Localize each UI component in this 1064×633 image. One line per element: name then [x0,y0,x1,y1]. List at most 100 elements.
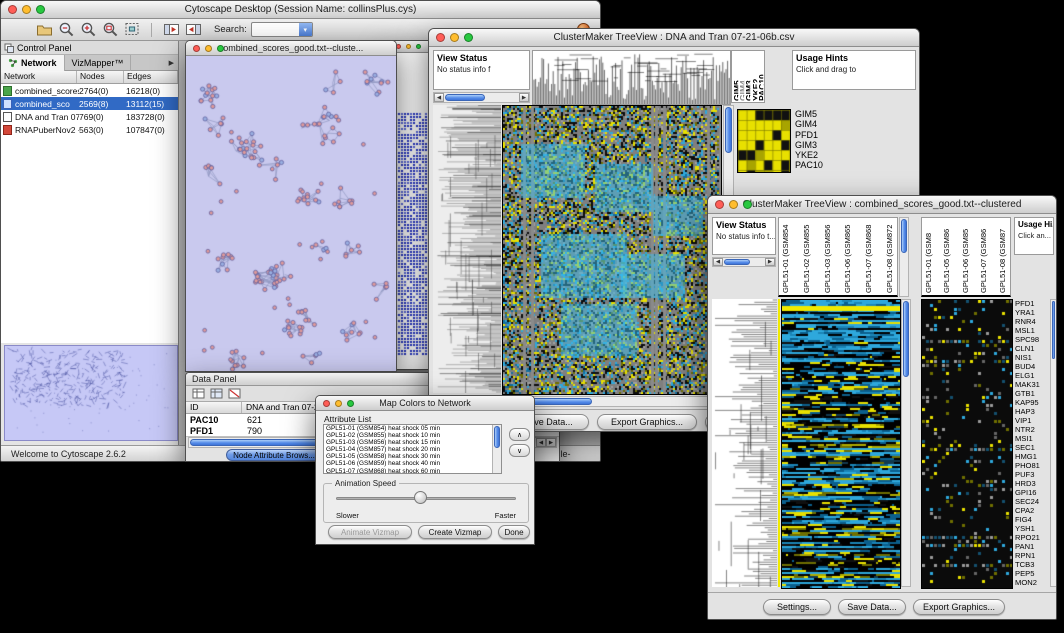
gene-label[interactable]: GIM3 [795,140,865,150]
vertical-scrollbar[interactable] [901,299,911,587]
zoom-fit-icon[interactable] [101,21,119,39]
column-label[interactable]: GIM4 [739,52,744,101]
gene-label[interactable]: YSH1 [1015,524,1049,533]
scroll-right-icon[interactable]: ▶ [765,258,775,266]
network-list-row[interactable]: combined_sco2569(8)13112(15) [1,97,178,110]
heatmap-canvas[interactable] [502,105,722,395]
vertical-scrollbar-thumb[interactable] [494,426,500,448]
column-label[interactable]: GPL51-06 (GSM85 [962,220,970,293]
zoom-out-icon[interactable] [57,21,75,39]
gene-label[interactable]: SPC98 [1015,335,1049,344]
titlebar[interactable]: ClusterMaker TreeView : DNA and Tran 07-… [429,29,919,47]
minimize-button[interactable] [450,33,459,42]
gene-label[interactable]: ELG1 [1015,371,1049,380]
gene-label[interactable]: PEP5 [1015,569,1049,578]
column-label[interactable]: GPL51-02 (GSM855 [803,220,811,293]
tab-vizmapper[interactable]: VizMapper™ [65,55,132,71]
column-label[interactable]: YKE2 [752,52,757,101]
gene-label[interactable]: GTB1 [1015,389,1049,398]
scroll-right-icon[interactable]: ▶ [519,93,529,102]
tab-overflow-icon[interactable]: ▶ [169,59,178,67]
scroll-left-icon[interactable]: ◀ [713,258,723,266]
gene-label[interactable]: GIM5 [795,109,865,119]
gene-label[interactable]: HMG1 [1015,452,1049,461]
gene-label[interactable]: PFD1 [795,130,865,140]
gene-label[interactable]: TCB3 [1015,560,1049,569]
gene-label[interactable]: RPN1 [1015,551,1049,560]
column-label[interactable]: GPL51-08 (GSM872 [886,220,894,293]
minimize-button[interactable] [729,200,738,209]
attribute-list-item[interactable]: GPL51-03 (GSM856) heat shock 15 min [324,439,492,446]
column-header-network[interactable]: Network [1,71,77,83]
gene-label[interactable]: HAP3 [1015,407,1049,416]
titlebar[interactable]: Map Colors to Network [316,396,534,411]
column-label[interactable]: GIM3 [745,52,750,101]
create-vizmap-button[interactable]: Create Vizmap [418,525,492,539]
search-input[interactable]: ▾ [251,22,313,37]
speed-slider-thumb[interactable] [414,491,427,504]
column-label[interactable]: GIM5 [733,52,738,101]
gene-label[interactable]: HRD3 [1015,479,1049,488]
gene-label[interactable]: KAP95 [1015,398,1049,407]
gene-label[interactable]: MSI1 [1015,434,1049,443]
column-label[interactable]: GPL51-06 (GSM865 [844,220,852,293]
save-data-button[interactable]: Save Data... [838,599,906,615]
zoom-button[interactable] [347,400,354,407]
gene-label[interactable]: GPI16 [1015,488,1049,497]
gene-label[interactable]: PAC10 [795,160,865,170]
column-header-edges[interactable]: Edges [124,71,178,83]
vertical-scrollbar-thumb[interactable] [903,301,909,377]
column-label[interactable]: GPL51-07 (GSM86 [980,220,988,293]
horizontal-scrollbar[interactable]: ◀ ▶ [502,396,734,407]
scroll-left-icon[interactable]: ◀ [434,93,444,102]
gene-label[interactable]: CLN1 [1015,344,1049,353]
attribute-list-item[interactable]: GPL51-04 (GSM857) heat shock 20 min [324,446,492,453]
gene-label[interactable]: VIP1 [1015,416,1049,425]
network-list-row[interactable]: combined_scores2764(0)16218(0) [1,84,178,97]
zoom-button[interactable] [217,45,224,52]
close-button[interactable] [715,200,724,209]
done-button[interactable]: Done [498,525,530,539]
close-button[interactable] [436,33,445,42]
gene-label[interactable]: MSL1 [1015,326,1049,335]
settings-button[interactable]: Settings... [763,599,831,615]
close-button[interactable] [323,400,330,407]
list-scrollbar[interactable] [492,425,501,473]
gene-label[interactable]: NTR2 [1015,425,1049,434]
column-label[interactable]: GPL51-03 (GSM856 [824,220,832,293]
gene-label[interactable]: GIM4 [795,119,865,129]
gene-label[interactable]: PFD1 [1015,299,1049,308]
open-folder-icon[interactable] [35,21,53,39]
gene-label[interactable]: PAN1 [1015,542,1049,551]
vertical-scrollbar-thumb[interactable] [1052,301,1055,359]
combo-arrow-icon[interactable]: ▾ [299,23,312,36]
gene-scrollbar[interactable] [1050,299,1057,587]
attribute-list-item[interactable]: GPL51-02 (GSM855) heat shock 10 min [324,432,492,439]
network-overview-canvas[interactable] [4,345,178,441]
vertical-scrollbar-thumb[interactable] [725,107,732,153]
column-label[interactable]: PAC10 [758,52,763,101]
column-label[interactable]: GPL51-05 (GSM86 [943,220,951,293]
secondary-heatmap-canvas[interactable] [921,299,1013,589]
column-header-nodes[interactable]: Nodes [77,71,124,83]
hide-panel-left-icon[interactable] [162,21,180,39]
select-attributes-icon[interactable] [191,387,205,401]
gene-label[interactable]: MAK31 [1015,380,1049,389]
gene-label[interactable]: SEC24 [1015,497,1049,506]
export-graphics-button[interactable]: Export Graphics... [913,599,1005,615]
gene-label[interactable]: YKE2 [795,150,865,160]
column-label[interactable]: GPL51-01 (GSM854 [782,220,790,293]
status-scrollbar[interactable]: ◀ ▶ [433,92,530,103]
horizontal-scrollbar-thumb[interactable] [445,94,485,101]
titlebar[interactable]: Cytoscape Desktop (Session Name: collins… [1,1,600,19]
network-list-row[interactable]: RNAPuberNov2 +563(0)107847(0) [1,123,178,136]
vertical-scrollbar-thumb[interactable] [901,219,907,253]
float-panel-icon[interactable] [4,43,14,53]
move-down-button[interactable]: ∨ [509,444,530,457]
minimize-button[interactable] [406,44,411,49]
titlebar[interactable]: combined_scores_good.txt--cluste... [186,41,396,56]
hide-panel-right-icon[interactable] [184,21,202,39]
row-dendrogram-canvas[interactable] [712,299,777,587]
status-scrollbar[interactable]: ◀ ▶ [712,257,776,267]
horizontal-scrollbar-thumb[interactable] [724,259,750,265]
